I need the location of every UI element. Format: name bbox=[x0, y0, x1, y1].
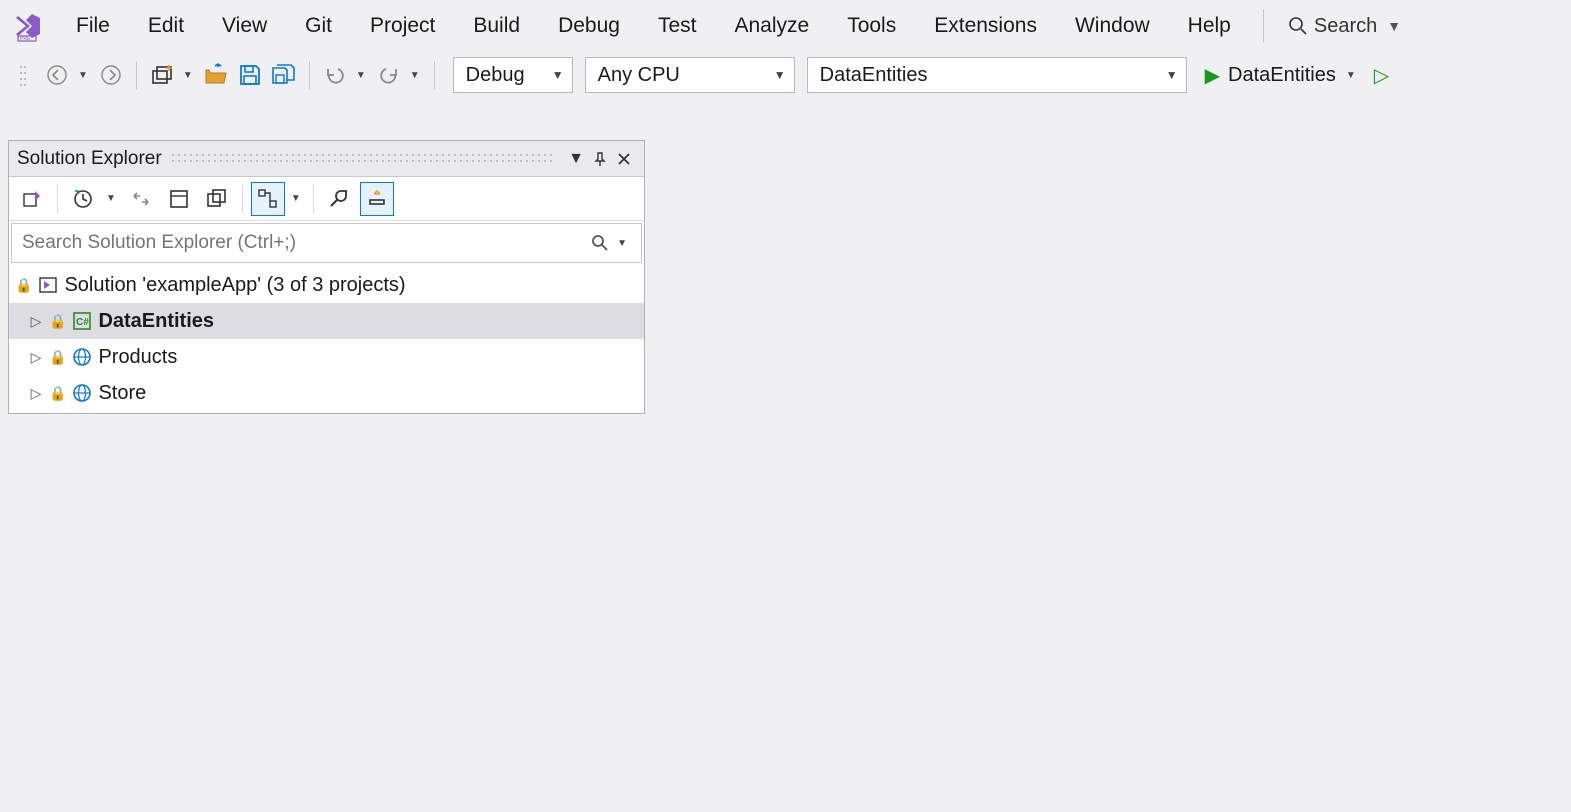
solution-explorer-toolbar: ▼ ▼ bbox=[9, 177, 644, 221]
menu-edit[interactable]: Edit bbox=[132, 8, 200, 44]
menu-git[interactable]: Git bbox=[289, 8, 348, 44]
sync-active-document-button[interactable] bbox=[124, 182, 158, 216]
menu-view[interactable]: View bbox=[206, 8, 283, 44]
startup-project-combo[interactable]: DataEntities ▼ bbox=[807, 57, 1187, 93]
panel-titlebar: Solution Explorer ▼ bbox=[9, 141, 644, 177]
csharp-project-icon: C# bbox=[72, 311, 92, 331]
undo-dropdown[interactable]: ▼ bbox=[356, 70, 366, 81]
properties-button[interactable] bbox=[322, 182, 356, 216]
show-all-files-button[interactable] bbox=[251, 182, 285, 216]
pending-changes-filter-button[interactable] bbox=[66, 182, 100, 216]
search-icon[interactable] bbox=[591, 234, 609, 252]
close-icon[interactable] bbox=[612, 147, 636, 171]
start-debugging-button[interactable]: ▶ DataEntities ▼ ▷ bbox=[1205, 63, 1390, 88]
toolbar-separator bbox=[57, 185, 58, 213]
menu-help[interactable]: Help bbox=[1172, 8, 1247, 44]
solution-label: Solution 'exampleApp' (3 of 3 projects) bbox=[64, 274, 405, 297]
toolbar-separator bbox=[313, 185, 314, 213]
menu-window[interactable]: Window bbox=[1059, 8, 1166, 44]
menu-debug[interactable]: Debug bbox=[542, 8, 636, 44]
chevron-down-icon: ▼ bbox=[552, 68, 564, 82]
configuration-combo[interactable]: Debug ▼ bbox=[453, 57, 573, 93]
refresh-button[interactable] bbox=[162, 182, 196, 216]
save-button[interactable] bbox=[235, 60, 265, 90]
web-project-icon bbox=[72, 383, 92, 403]
expand-arrow-icon[interactable]: ▷ bbox=[29, 313, 43, 330]
play-icon: ▶ bbox=[1205, 63, 1220, 88]
menu-test[interactable]: Test bbox=[642, 8, 713, 44]
lock-icon: 🔒 bbox=[15, 277, 32, 294]
platform-combo[interactable]: Any CPU ▼ bbox=[585, 57, 795, 93]
run-label: DataEntities bbox=[1228, 64, 1336, 87]
project-label: DataEntities bbox=[98, 310, 214, 333]
collapse-all-button[interactable] bbox=[200, 182, 234, 216]
menubar-separator bbox=[1263, 9, 1264, 43]
undo-button[interactable] bbox=[320, 60, 350, 90]
platform-value: Any CPU bbox=[598, 64, 680, 87]
pin-icon[interactable] bbox=[588, 147, 612, 171]
configuration-value: Debug bbox=[466, 64, 525, 87]
svg-text:PRE: PRE bbox=[20, 36, 31, 42]
start-without-debugging-button[interactable]: ▷ bbox=[1374, 63, 1389, 88]
menu-extensions[interactable]: Extensions bbox=[918, 8, 1053, 44]
project-label: Store bbox=[98, 382, 146, 405]
drag-handle-icon bbox=[8, 60, 38, 90]
redo-button[interactable] bbox=[374, 60, 404, 90]
toolbar-separator bbox=[434, 61, 435, 89]
window-position-dropdown[interactable]: ▼ bbox=[564, 147, 588, 171]
menu-project[interactable]: Project bbox=[354, 8, 451, 44]
start-dropdown[interactable]: ▼ bbox=[1346, 70, 1356, 81]
expand-arrow-icon[interactable]: ▷ bbox=[29, 385, 43, 402]
lock-icon: 🔒 bbox=[49, 349, 66, 366]
svg-text:C#: C# bbox=[76, 317, 89, 328]
project-row-store[interactable]: ▷ 🔒 Store bbox=[9, 375, 644, 411]
nav-forward-button[interactable] bbox=[96, 60, 126, 90]
expand-arrow-icon[interactable]: ▷ bbox=[29, 349, 43, 366]
chevron-down-icon: ▼ bbox=[774, 68, 786, 82]
menubar: PRE File Edit View Git Project Build Deb… bbox=[0, 0, 1571, 52]
project-label: Products bbox=[98, 346, 177, 369]
lock-icon: 🔒 bbox=[49, 313, 66, 330]
new-project-button[interactable] bbox=[147, 60, 177, 90]
search-label: Search bbox=[1314, 15, 1377, 38]
chevron-down-icon: ▼ bbox=[1387, 18, 1401, 34]
menu-file[interactable]: File bbox=[60, 8, 126, 44]
search-input[interactable] bbox=[22, 232, 591, 254]
solution-explorer-panel: Solution Explorer ▼ ▼ ▼ bbox=[8, 140, 645, 414]
solution-icon bbox=[38, 275, 58, 295]
toolbar-separator bbox=[309, 61, 310, 89]
panel-title: Solution Explorer bbox=[17, 148, 162, 170]
solution-tree: 🔒 Solution 'exampleApp' (3 of 3 projects… bbox=[9, 265, 644, 413]
project-row-products[interactable]: ▷ 🔒 Products bbox=[9, 339, 644, 375]
solution-root[interactable]: 🔒 Solution 'exampleApp' (3 of 3 projects… bbox=[9, 267, 644, 303]
nav-back-button[interactable] bbox=[42, 60, 72, 90]
view-dropdown[interactable]: ▼ bbox=[291, 193, 301, 204]
solution-explorer-search[interactable]: ▼ bbox=[11, 223, 642, 263]
lock-icon: 🔒 bbox=[49, 385, 66, 402]
preview-selected-items-button[interactable] bbox=[360, 182, 394, 216]
filter-dropdown[interactable]: ▼ bbox=[106, 193, 116, 204]
new-project-dropdown[interactable]: ▼ bbox=[183, 70, 193, 81]
search-menu[interactable]: Search ▼ bbox=[1280, 11, 1409, 42]
startup-project-value: DataEntities bbox=[820, 64, 928, 87]
menu-tools[interactable]: Tools bbox=[831, 8, 912, 44]
search-options-dropdown[interactable]: ▼ bbox=[617, 238, 627, 249]
visual-studio-logo: PRE bbox=[10, 8, 46, 44]
main-toolbar: ▼ ▼ ▼ ▼ Debug ▼ Any CPU ▼ DataEntities ▼… bbox=[0, 52, 1571, 98]
toolbar-separator bbox=[136, 61, 137, 89]
menu-build[interactable]: Build bbox=[457, 8, 536, 44]
open-file-button[interactable] bbox=[201, 60, 231, 90]
save-all-button[interactable] bbox=[269, 60, 299, 90]
nav-back-dropdown[interactable]: ▼ bbox=[78, 70, 88, 81]
redo-dropdown[interactable]: ▼ bbox=[410, 70, 420, 81]
web-project-icon bbox=[72, 347, 92, 367]
chevron-down-icon: ▼ bbox=[1166, 68, 1178, 82]
search-icon bbox=[1288, 16, 1308, 36]
menu-analyze[interactable]: Analyze bbox=[718, 8, 825, 44]
panel-drag-region[interactable] bbox=[170, 152, 556, 166]
toolbar-separator bbox=[242, 185, 243, 213]
home-button[interactable] bbox=[15, 182, 49, 216]
project-row-dataentities[interactable]: ▷ 🔒 C# DataEntities bbox=[9, 303, 644, 339]
